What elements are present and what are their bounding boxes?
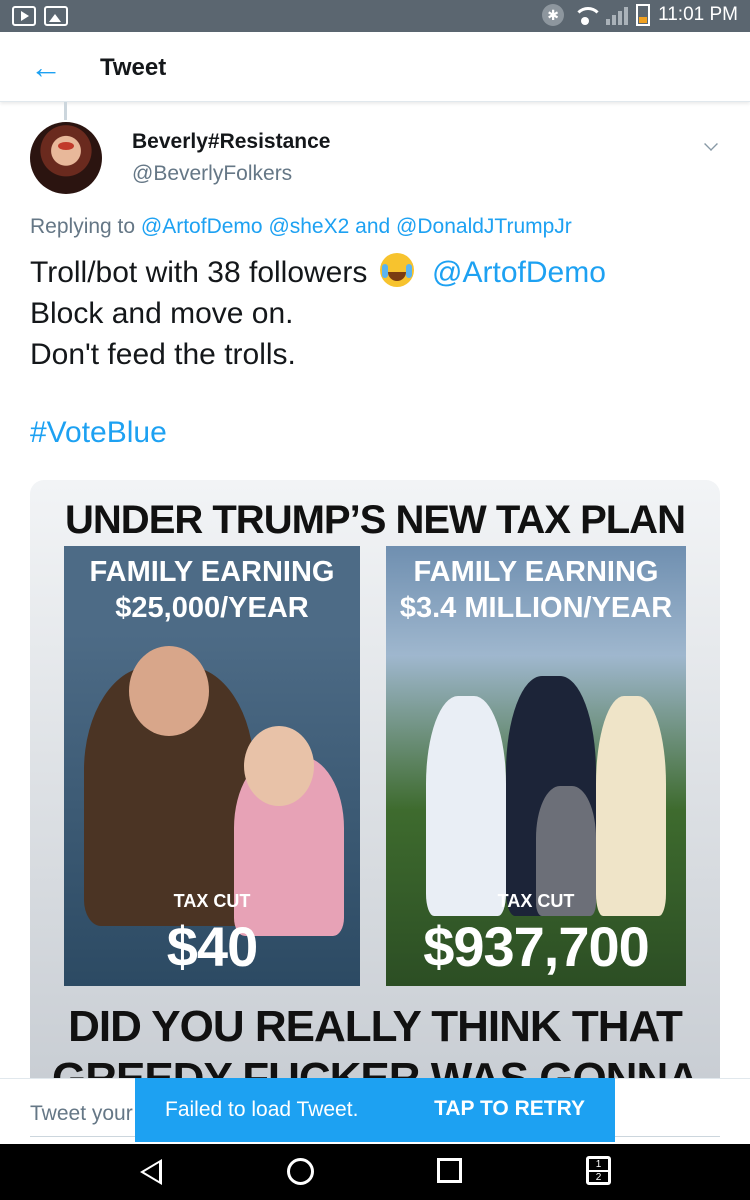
dual-window-top: 1	[595, 1159, 602, 1170]
media-title: UNDER TRUMP’S NEW TAX PLAN	[65, 498, 686, 542]
reply-mention-artofdemo[interactable]: @ArtofDemo	[141, 215, 263, 238]
avatar[interactable]	[30, 122, 102, 194]
girl-head	[244, 726, 314, 806]
media-bottom-line-1: DID YOU REALLY THINK THAT	[68, 1002, 683, 1051]
right-label-1: FAMILY EARNING	[413, 556, 659, 588]
arrow-left-icon[interactable]: ←	[30, 51, 64, 83]
snackbar-message: Failed to load Tweet.	[165, 1098, 359, 1121]
left-cut-label: TAX CUT	[173, 891, 251, 911]
app-header: ← Tweet	[0, 32, 750, 102]
right-cut-label: TAX CUT	[497, 891, 575, 911]
tweet-line-3: Don't feed the trolls.	[30, 338, 296, 371]
author-handle[interactable]: @BeverlyFolkers	[132, 162, 292, 186]
girl-figure-right	[426, 696, 506, 916]
reply-mention-donaldjtrumpjr[interactable]: @DonaldJTrumpJr	[396, 215, 572, 238]
status-right-icons: ✱ 11:01 PM	[542, 4, 738, 26]
retry-button[interactable]: TAP TO RETRY	[434, 1097, 585, 1121]
status-bar: ✱ 11:01 PM	[0, 0, 750, 32]
tweet-media-image[interactable]: UNDER TRUMP’S NEW TAX PLAN FAMILY EARNIN…	[30, 480, 720, 1078]
wifi-icon	[572, 5, 604, 25]
reply-and: and	[355, 215, 391, 238]
system-nav-bar: 1 2	[0, 1144, 750, 1200]
back-icon[interactable]	[140, 1159, 162, 1185]
media-panel-left: FAMILY EARNING $25,000/YEAR TAX CUT $40	[64, 546, 360, 986]
replying-to: Replying to @ArtofDemo @sheX2 and @Donal…	[30, 215, 572, 239]
image-icon	[44, 6, 68, 26]
replying-prefix: Replying to	[30, 215, 136, 238]
tears-of-joy-emoji-icon	[379, 253, 414, 287]
right-cut-value: $937,700	[423, 915, 650, 978]
tweet-line-2: Block and move on.	[30, 297, 294, 330]
chevron-down-icon[interactable]	[704, 137, 718, 151]
battery-icon	[636, 4, 651, 26]
tweet-mention-artofdemo[interactable]: @ArtofDemo	[432, 256, 606, 289]
dual-window-icon[interactable]: 1 2	[586, 1156, 611, 1185]
thread-connector	[64, 102, 67, 120]
author-name[interactable]: Beverly#Resistance	[132, 130, 330, 154]
woman-figure-right	[596, 696, 666, 916]
media-panel-right: FAMILY EARNING $3.4 MILLION/YEAR TAX CUT…	[386, 546, 686, 986]
tweet-text: Troll/bot with 38 followers @ArtofDemo B…	[30, 252, 720, 375]
status-left-icons	[12, 6, 68, 26]
youtube-icon	[12, 6, 36, 26]
reply-mention-shex2[interactable]: @sheX2	[268, 215, 349, 238]
dual-window-bottom: 2	[589, 1170, 608, 1183]
bluetooth-icon: ✱	[542, 4, 565, 26]
signal-icon	[606, 5, 629, 25]
hashtag-voteblue[interactable]: #VoteBlue	[30, 416, 167, 450]
left-label-1: FAMILY EARNING	[89, 556, 335, 588]
tweet-line-1: Troll/bot with 38 followers @ArtofDemo	[30, 252, 720, 293]
media-bottom-line-2: GREEDY FUCKER WAS GONNA	[30, 1054, 720, 1078]
tweet-line-1-text: Troll/bot with 38 followers	[30, 256, 368, 289]
woman-head	[129, 646, 209, 736]
left-cut-value: $40	[166, 915, 258, 978]
page-title: Tweet	[100, 54, 167, 81]
status-time: 11:01 PM	[658, 4, 738, 25]
right-label-2: $3.4 MILLION/YEAR	[399, 592, 673, 624]
home-icon[interactable]	[287, 1158, 314, 1185]
error-snackbar: Failed to load Tweet. TAP TO RETRY	[135, 1078, 615, 1142]
left-label-2: $25,000/YEAR	[115, 592, 309, 624]
recents-icon[interactable]	[437, 1158, 462, 1183]
